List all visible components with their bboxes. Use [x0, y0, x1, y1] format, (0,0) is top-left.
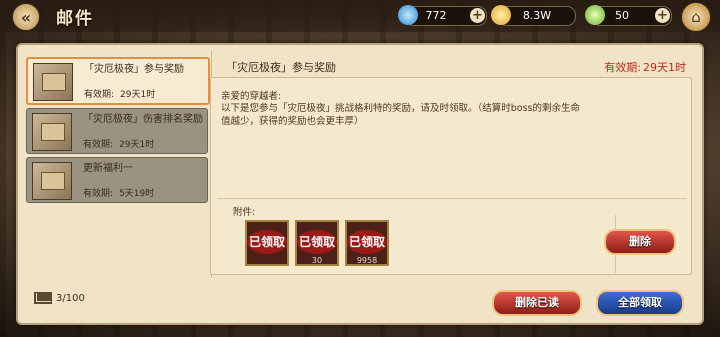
resource-gold: 8.3W [491, 5, 576, 26]
top-bar: « 邮件 772 + 8.3W 50 + ⌂ [0, 0, 720, 32]
delete-read-button[interactable]: 删除已读 [492, 290, 582, 316]
home-button[interactable]: ⌂ [681, 2, 711, 32]
mail-body: 以下是您参与「灾厄极夜」挑战格利特的奖励，请及时领取。（结算时boss的剩余生命… [221, 103, 580, 127]
mail-count: 3/100 [34, 292, 85, 304]
page-title: 邮件 [56, 9, 94, 29]
scroll-letter-icon [32, 113, 72, 151]
mail-panel: 「灾厄极夜」参与奖励 有效期: 29天1时 「灾厄极夜」伤害排名奖励 有效期: 29… [16, 43, 704, 325]
claimed-stamp: 已领取 [247, 230, 287, 254]
attachment-item[interactable]: 已领取 9958 [345, 220, 389, 266]
attachment-divider [217, 198, 687, 199]
add-water-button[interactable]: + [470, 8, 485, 23]
scroll-letter-icon [32, 162, 72, 200]
add-gem-button[interactable]: + [655, 8, 670, 23]
claimed-stamp: 已领取 [347, 230, 387, 254]
resource-water: 772 + [398, 5, 487, 26]
back-arrow-icon: « [20, 7, 32, 27]
envelope-icon [34, 292, 52, 304]
claimed-stamp: 已领取 [297, 230, 337, 254]
claim-all-button[interactable]: 全部领取 [596, 290, 684, 316]
mail-detail-expiry: 有效期: 29天1时 [604, 61, 686, 74]
mail-item[interactable]: 「灾厄极夜」参与奖励 有效期: 29天1时 [26, 57, 210, 105]
back-button[interactable]: « [12, 3, 40, 31]
mail-greeting: 亲爱的穿越者: [221, 91, 282, 102]
attachment-item[interactable]: 已领取 30 [295, 220, 339, 266]
delete-button[interactable]: 删除 [604, 229, 676, 255]
mail-detail-title: 「灾厄极夜」参与奖励 [226, 61, 336, 74]
mail-item[interactable]: 「灾厄极夜」伤害排名奖励 有效期: 29天1时 [26, 108, 208, 154]
resource-gem: 50 + [585, 5, 672, 26]
scroll-letter-icon [33, 63, 73, 101]
attachment-item[interactable]: 已领取 [245, 220, 289, 266]
attachment-label: 附件: [233, 207, 256, 218]
mail-item[interactable]: 更新福利一 有效期: 5天19时 [26, 157, 208, 203]
home-icon: ⌂ [691, 8, 701, 26]
